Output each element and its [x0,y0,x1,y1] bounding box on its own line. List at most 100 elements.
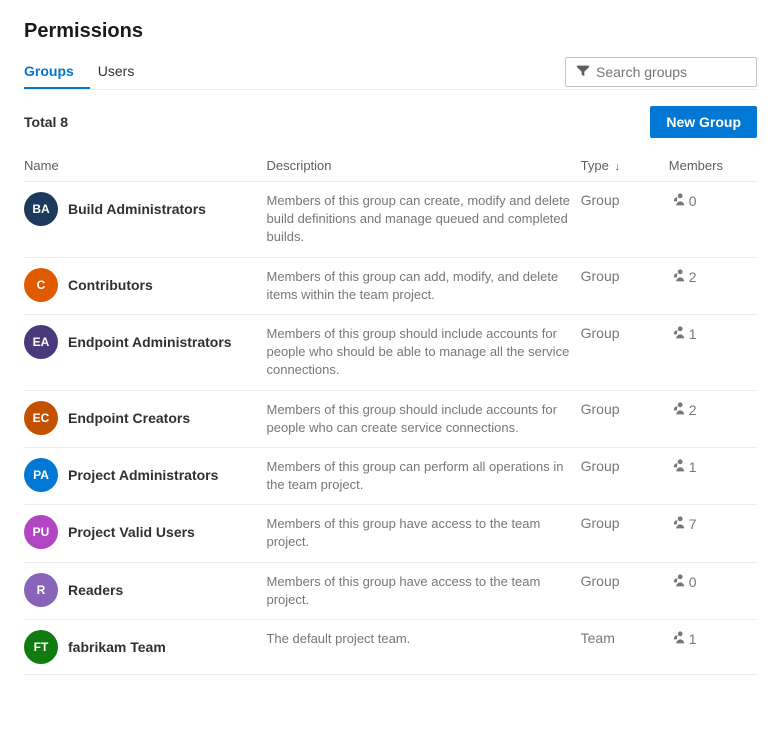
members-icon [669,630,685,648]
type-cell: Group [581,257,669,314]
table-row[interactable]: BA Build Administrators Members of this … [24,182,757,258]
group-name: Project Administrators [68,467,218,483]
tabs-container: Groups Users [24,55,158,89]
filter-icon [576,63,590,81]
type-cell: Group [581,447,669,504]
type-cell: Group [581,182,669,258]
col-description: Description [266,150,580,182]
group-name: fabrikam Team [68,639,166,655]
description-cell: Members of this group can add, modify, a… [266,257,580,314]
members-cell: 2 [669,390,757,447]
group-name: Build Administrators [68,201,206,217]
type-value: Group [581,515,620,531]
description-cell: The default project team. [266,620,580,675]
description-cell: Members of this group can create, modify… [266,182,580,258]
type-cell: Group [581,390,669,447]
avatar: EA [24,325,58,359]
type-cell: Group [581,505,669,562]
table-header-row: Name Description Type ↓ Members [24,150,757,182]
group-name: Contributors [68,277,153,293]
type-cell: Team [581,620,669,675]
avatar: EC [24,401,58,435]
table-row[interactable]: PU Project Valid Users Members of this g… [24,505,757,562]
members-count: 0 [689,574,697,590]
type-cell: Group [581,562,669,619]
avatar: PA [24,458,58,492]
description-text: The default project team. [266,631,410,646]
type-value: Group [581,192,620,208]
members-icon [669,401,685,419]
members-cell: 1 [669,314,757,390]
members-count: 2 [689,402,697,418]
name-cell: PU Project Valid Users [24,505,266,562]
type-value: Group [581,325,620,341]
sort-icon: ↓ [614,161,620,173]
type-value: Team [581,630,615,646]
description-text: Members of this group can create, modify… [266,193,570,244]
group-name: Readers [68,582,123,598]
description-text: Members of this group can perform all op… [266,459,563,492]
description-cell: Members of this group should include acc… [266,390,580,447]
total-label: Total 8 [24,114,68,130]
table-row[interactable]: PA Project Administrators Members of thi… [24,447,757,504]
description-cell: Members of this group can perform all op… [266,447,580,504]
table-row[interactable]: C Contributors Members of this group can… [24,257,757,314]
table-body: BA Build Administrators Members of this … [24,182,757,675]
description-cell: Members of this group have access to the… [266,562,580,619]
new-group-button[interactable]: New Group [650,106,757,138]
type-value: Group [581,268,620,284]
description-text: Members of this group have access to the… [266,516,540,549]
col-type[interactable]: Type ↓ [581,150,669,182]
members-count: 0 [689,193,697,209]
members-cell: 0 [669,182,757,258]
name-cell: BA Build Administrators [24,182,266,258]
avatar: FT [24,630,58,664]
type-cell: Group [581,314,669,390]
col-members: Members [669,150,757,182]
permissions-page: Permissions Groups Users Total 8 New Gro… [0,0,781,746]
type-value: Group [581,401,620,417]
groups-table: Name Description Type ↓ Members [24,150,757,675]
description-cell: Members of this group should include acc… [266,314,580,390]
content-area: Total 8 New Group Name Description Type … [24,90,757,675]
type-value: Group [581,573,620,589]
table-row[interactable]: R Readers Members of this group have acc… [24,562,757,619]
table-row[interactable]: EC Endpoint Creators Members of this gro… [24,390,757,447]
group-name: Endpoint Creators [68,410,190,426]
page-title: Permissions [24,20,757,43]
tabs-row: Groups Users [24,55,757,90]
col-name: Name [24,150,266,182]
members-icon [669,573,685,591]
type-value: Group [581,458,620,474]
name-cell: PA Project Administrators [24,447,266,504]
members-icon [669,192,685,210]
table-row[interactable]: FT fabrikam Team The default project tea… [24,620,757,675]
members-cell: 7 [669,505,757,562]
members-count: 1 [689,631,697,647]
members-count: 1 [689,459,697,475]
members-cell: 0 [669,562,757,619]
members-icon [669,268,685,286]
members-icon [669,458,685,476]
members-cell: 1 [669,620,757,675]
description-text: Members of this group can add, modify, a… [266,269,558,302]
members-icon [669,325,685,343]
description-cell: Members of this group have access to the… [266,505,580,562]
avatar: R [24,573,58,607]
name-cell: FT fabrikam Team [24,620,266,675]
tab-groups[interactable]: Groups [24,55,90,89]
name-cell: EC Endpoint Creators [24,390,266,447]
members-icon [669,515,685,533]
search-input[interactable] [596,64,746,80]
search-box [565,57,757,87]
name-cell: C Contributors [24,257,266,314]
description-text: Members of this group have access to the… [266,574,540,607]
table-row[interactable]: EA Endpoint Administrators Members of th… [24,314,757,390]
description-text: Members of this group should include acc… [266,402,557,435]
description-text: Members of this group should include acc… [266,326,569,377]
avatar: BA [24,192,58,226]
name-cell: R Readers [24,562,266,619]
members-count: 1 [689,326,697,342]
tab-users[interactable]: Users [98,55,151,89]
group-name: Project Valid Users [68,524,195,540]
